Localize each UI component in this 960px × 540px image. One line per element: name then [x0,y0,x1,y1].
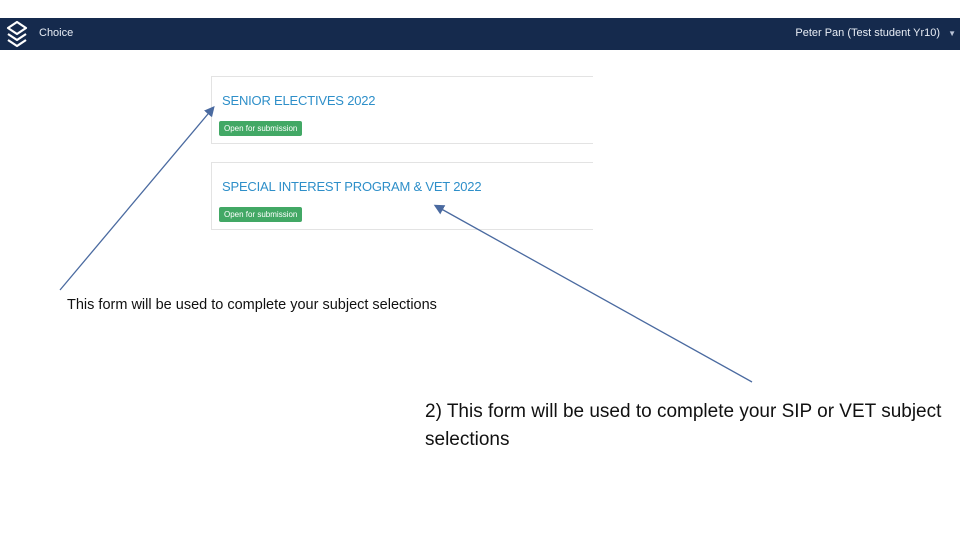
arrow-to-senior-electives [59,106,215,291]
annotation-note-1: This form will be used to complete your … [67,297,437,313]
arrow-to-sip-vet [433,204,753,383]
annotation-arrows [59,106,753,383]
annotation-note-2: 2) This form will be used to complete yo… [425,401,942,450]
